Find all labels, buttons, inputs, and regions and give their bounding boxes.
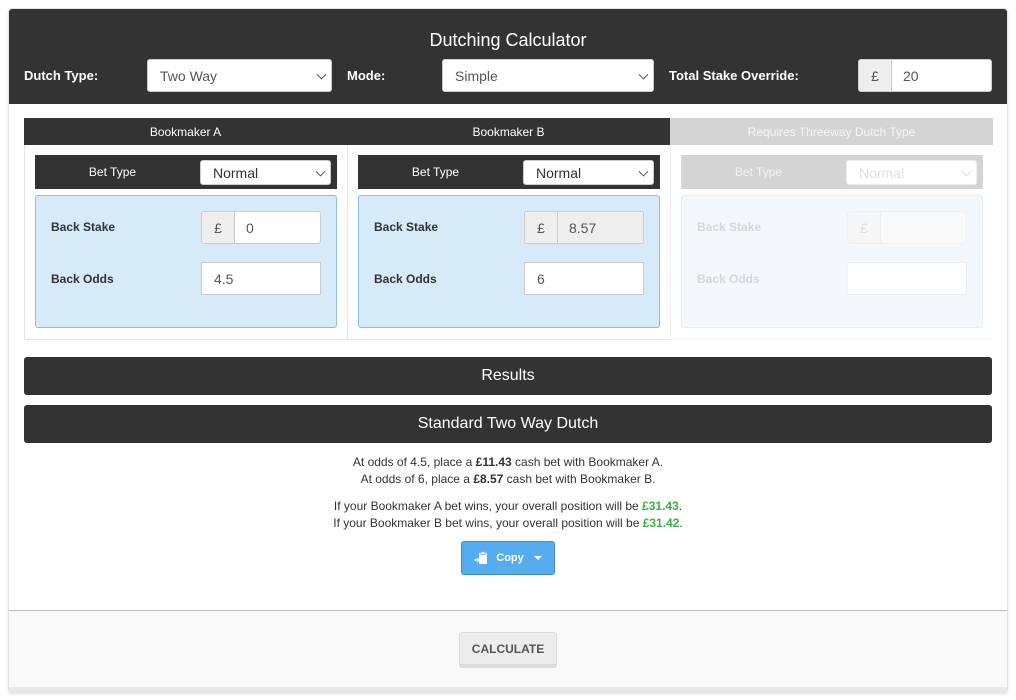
mode-label: Mode: xyxy=(347,68,386,83)
position-amount-a: £31.43 xyxy=(642,499,679,513)
position-amount-b: £31.42 xyxy=(642,516,680,530)
mode-select[interactable]: Simple xyxy=(442,59,654,92)
page-title: Dutching Calculator xyxy=(429,30,587,50)
chevron-down-icon xyxy=(961,166,972,177)
back-stake-input-group: £ xyxy=(847,211,967,244)
mode-value: Simple xyxy=(455,67,498,84)
dutch-type-value: Two Way xyxy=(160,67,218,84)
bet-type-select[interactable]: Normal xyxy=(200,160,331,185)
bookmaker-b-body: Bet Type Normal Back Stake £ 8.57 Back O… xyxy=(347,145,670,340)
instruction-line-a: At odds of 4.5, place a £11.43 cash bet … xyxy=(352,455,664,469)
stake-amount-a: £11.43 xyxy=(475,455,512,469)
bet-type-select[interactable]: Normal xyxy=(523,160,654,185)
bookmaker-a-body: Bet Type Normal Back Stake £ 0 Back Odds… xyxy=(24,145,347,340)
back-bet-panel: Back Stake £ 0 Back Odds 4.5 xyxy=(35,195,337,328)
stake-instructions: At odds of 4.5, place a £11.43 cash bet … xyxy=(9,454,1007,488)
bet-type-label: Bet Type xyxy=(411,165,460,179)
bet-type-bar: Bet Type Normal xyxy=(35,155,337,189)
back-stake-input-group: £ 8.57 xyxy=(524,211,644,244)
back-bet-panel: Back Stake £ 8.57 Back Odds 6 xyxy=(358,195,660,328)
back-stake-input-group: £ 0 xyxy=(201,211,321,244)
dutch-type-label: Dutch Type: xyxy=(24,68,99,83)
back-odds-label: Back Odds xyxy=(697,272,760,286)
copy-label: Copy xyxy=(496,552,524,564)
bet-type-value: Normal xyxy=(536,164,582,181)
bookmaker-c-column: Requires Threeway Dutch Type Bet Type No… xyxy=(670,118,993,341)
currency-addon: £ xyxy=(202,212,235,243)
bet-type-label: Bet Type xyxy=(88,165,137,179)
position-line-a: If your Bookmaker A bet wins, your overa… xyxy=(333,499,683,513)
currency-addon: £ xyxy=(525,212,558,243)
back-stake-label: Back Stake xyxy=(51,220,116,234)
back-odds-input[interactable]: 4.5 xyxy=(201,262,321,295)
chevron-down-icon xyxy=(638,69,649,80)
bookmaker-b-header: Bookmaker B xyxy=(347,118,670,145)
stake-amount-b: £8.57 xyxy=(473,472,504,486)
dutch-type-select[interactable]: Two Way xyxy=(147,59,332,92)
back-odds-label: Back Odds xyxy=(374,272,437,286)
footer: CALCULATE xyxy=(9,610,1007,692)
currency-addon: £ xyxy=(848,212,881,243)
position-line-b: If your Bookmaker B bet wins, your overa… xyxy=(333,516,683,530)
chevron-down-icon xyxy=(638,166,649,177)
bet-type-select-disabled: Normal xyxy=(846,160,977,185)
bet-type-bar: Bet Type Normal xyxy=(681,155,983,189)
chevron-down-icon xyxy=(315,166,326,177)
back-stake-label: Back Stake xyxy=(697,220,762,234)
bet-type-value: Normal xyxy=(859,164,905,181)
bet-type-value: Normal xyxy=(213,164,259,181)
bet-type-bar: Bet Type Normal xyxy=(358,155,660,189)
bookmaker-c-header: Requires Threeway Dutch Type xyxy=(670,118,993,145)
instruction-line-b: At odds of 6, place a £8.57 cash bet wit… xyxy=(360,472,656,486)
stake-override-input-group: £ 20 xyxy=(858,59,992,92)
back-odds-label: Back Odds xyxy=(51,272,114,286)
back-odds-input[interactable]: 6 xyxy=(524,262,644,295)
back-stake-input-disabled xyxy=(881,212,966,243)
clipboard-paste-icon xyxy=(474,551,488,564)
stake-override-input[interactable]: 20 xyxy=(892,60,991,91)
caret-down-icon[interactable] xyxy=(533,556,542,560)
dutching-calculator-card: Dutching Calculator Dutch Type: Two Way … xyxy=(8,8,1008,692)
footer-strip xyxy=(9,687,1007,692)
bookmaker-b-column: Bookmaker B Bet Type Normal Back Stake £… xyxy=(347,118,670,341)
bet-type-label: Bet Type xyxy=(734,165,783,179)
results-heading: Results xyxy=(24,357,992,395)
bookmaker-a-header: Bookmaker A xyxy=(24,118,347,145)
calculate-button[interactable]: CALCULATE xyxy=(459,632,557,668)
bookmaker-a-column: Bookmaker A Bet Type Normal Back Stake £… xyxy=(24,118,347,341)
stake-override-label: Total Stake Override: xyxy=(669,68,799,83)
back-stake-label: Back Stake xyxy=(374,220,439,234)
back-bet-panel: Back Stake £ Back Odds xyxy=(681,195,983,328)
back-odds-input-disabled xyxy=(847,262,967,295)
position-summary: If your Bookmaker A bet wins, your overa… xyxy=(9,498,1007,532)
back-stake-input[interactable]: 0 xyxy=(235,212,320,243)
currency-addon: £ xyxy=(859,60,892,91)
calculator-header: Dutching Calculator Dutch Type: Two Way … xyxy=(9,9,1007,104)
dutch-type-heading: Standard Two Way Dutch xyxy=(24,405,992,443)
back-stake-readonly: 8.57 xyxy=(558,212,643,243)
chevron-down-icon xyxy=(316,69,327,80)
copy-button[interactable]: Copy xyxy=(461,541,555,575)
bookmaker-c-body: Bet Type Normal Back Stake £ Back Odds xyxy=(670,145,993,340)
